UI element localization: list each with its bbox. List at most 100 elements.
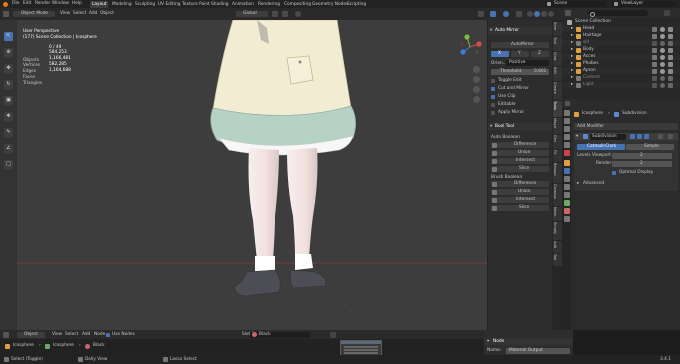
bool-tool-header[interactable]: ▾ Bool Tool <box>488 123 553 130</box>
edit-mode-icon[interactable] <box>630 134 635 139</box>
gizmo-icon[interactable] <box>490 11 496 17</box>
menu-window[interactable]: Window <box>52 1 69 6</box>
object-tab-icon[interactable] <box>563 160 570 166</box>
scale-tool[interactable]: ▣ <box>4 96 13 105</box>
auto-union-button[interactable]: Union <box>491 150 549 156</box>
add-cube-tool[interactable]: □ <box>4 160 13 169</box>
sidebar-tab[interactable]: Simply <box>552 222 562 240</box>
tool-tab-icon[interactable] <box>563 110 570 116</box>
blender-logo-icon[interactable] <box>3 1 8 7</box>
texture-tab-icon[interactable] <box>563 216 570 222</box>
collapse-arrow-icon[interactable]: ▾ <box>576 134 578 139</box>
viewport-menu-select[interactable]: Select <box>73 11 86 16</box>
world-tab-icon[interactable] <box>563 150 570 156</box>
toggle-edit-check[interactable]: Toggle Edit <box>491 78 549 84</box>
annotate-tool[interactable]: ✎ <box>4 128 13 137</box>
apply-mirror-check[interactable]: Apply Mirror <box>491 110 549 116</box>
levels-viewport-field[interactable]: 2 <box>612 153 672 159</box>
outliner-item[interactable]: ▸ Apron <box>562 68 680 74</box>
viewlayer-selector[interactable]: ViewLayer <box>612 1 676 7</box>
visibility-icon[interactable] <box>478 11 484 17</box>
move-tool[interactable]: ✥ <box>4 64 13 73</box>
cursor-tool[interactable]: ⊕ <box>4 48 13 57</box>
render-icon[interactable] <box>644 134 649 139</box>
checkbox[interactable] <box>491 95 495 99</box>
axis-z-button[interactable]: Z <box>531 51 549 57</box>
editor-type-icon[interactable] <box>3 11 9 17</box>
particles-tab-icon[interactable] <box>563 176 570 182</box>
material-selector[interactable]: Black <box>250 331 310 338</box>
automirror-button[interactable]: AutoMirror <box>491 42 549 48</box>
render-tab-icon[interactable] <box>563 118 570 124</box>
node-editor-type-icon[interactable] <box>3 331 9 338</box>
snap-icon[interactable] <box>282 11 288 17</box>
auto-slice-button[interactable]: Slice <box>491 166 549 172</box>
outliner-item[interactable]: ▸ Phobes <box>562 61 680 67</box>
cut-and-mirror-check[interactable]: Cut and Mirror <box>491 86 549 92</box>
outliner-search-input[interactable] <box>588 10 648 17</box>
node-panel-header[interactable]: ▾ Node <box>484 338 573 345</box>
sidebar-tab[interactable]: Tools <box>552 101 562 117</box>
material-tab-icon[interactable] <box>563 208 570 214</box>
threshold-field[interactable]: Threshold 0.001 <box>491 69 549 75</box>
viewport-menu-add[interactable]: Add <box>89 11 97 16</box>
shader-type-selector[interactable]: Object <box>17 331 45 338</box>
perspective-toggle-icon[interactable] <box>473 96 480 103</box>
use-clip-check[interactable]: Use Clip <box>491 94 549 100</box>
properties-type-icon[interactable] <box>565 101 570 106</box>
advanced-subpanel[interactable]: ▸ Advanced <box>577 181 673 187</box>
orientation-dropdown[interactable]: Positive <box>506 60 549 66</box>
output-tab-icon[interactable] <box>563 126 570 132</box>
shader-node[interactable] <box>340 340 382 356</box>
brush-union-button[interactable]: Union <box>491 189 549 195</box>
axis-y-button[interactable]: Y <box>511 51 529 57</box>
node-menu-view[interactable]: View <box>52 332 62 337</box>
sidebar-tab[interactable]: Geo <box>552 135 562 149</box>
checkbox[interactable] <box>491 103 495 107</box>
outliner-item[interactable]: ▸ Body <box>562 47 680 53</box>
xray-icon[interactable] <box>516 11 522 17</box>
constraints-tab-icon[interactable] <box>563 192 570 198</box>
outliner-item[interactable]: ▸ sill <box>562 40 680 46</box>
sidebar-tab[interactable]: Mesh <box>552 207 562 221</box>
data-tab-icon[interactable] <box>563 200 570 206</box>
sidebar-tab[interactable]: Edit <box>552 67 562 81</box>
menu-render[interactable]: Render <box>35 1 50 6</box>
scene-selector[interactable]: Scene <box>545 1 605 7</box>
outliner-type-icon[interactable] <box>565 10 571 16</box>
outliner-item[interactable]: ▸ Light <box>562 82 680 88</box>
zoom-icon[interactable] <box>473 66 480 73</box>
pan-icon[interactable] <box>473 76 480 83</box>
navigation-gizmo[interactable] <box>457 34 483 60</box>
checkbox[interactable] <box>106 332 110 337</box>
brush-slice-button[interactable]: Slice <box>491 205 549 211</box>
sidebar-tab[interactable]: Retopo <box>552 163 562 183</box>
tab-layout[interactable]: Layout <box>90 1 108 8</box>
sidebar-tab[interactable]: Create <box>552 82 562 100</box>
pivot-icon[interactable] <box>272 11 278 17</box>
modifier-tab-icon[interactable] <box>563 168 570 174</box>
sidebar-tab[interactable]: View <box>552 52 562 66</box>
orientation-selector[interactable]: Global <box>236 11 268 17</box>
measure-tool[interactable]: ∠ <box>4 144 13 153</box>
sidebar-tab[interactable]: Tool <box>552 37 562 51</box>
checkbox[interactable] <box>491 79 495 83</box>
shading-rendered-icon[interactable] <box>548 11 554 17</box>
camera-view-icon[interactable] <box>473 86 480 93</box>
shading-wireframe-icon[interactable] <box>527 11 533 17</box>
modifier-header[interactable]: ▾ Subdivision <box>574 133 678 140</box>
transform-tool[interactable]: ❖ <box>4 112 13 121</box>
sidebar-tab[interactable]: Item <box>552 22 562 36</box>
view-layer-tab-icon[interactable] <box>563 134 570 140</box>
sidebar-tab[interactable]: Tab <box>552 254 562 266</box>
node-menu-select[interactable]: Select <box>65 332 78 337</box>
sidebar-tab[interactable]: Magic <box>552 118 562 134</box>
outliner-item[interactable]: ▸ Head <box>562 26 680 32</box>
node-menu-add[interactable]: Add <box>82 332 90 337</box>
axis-x-button[interactable]: X <box>491 51 509 57</box>
render-levels-field[interactable]: 2 <box>612 161 672 167</box>
outliner-item[interactable]: ▸ Acces <box>562 54 680 60</box>
checkbox[interactable] <box>612 171 616 175</box>
editable-check[interactable]: Editable <box>491 102 549 108</box>
viewport-display-icon[interactable] <box>637 134 642 139</box>
